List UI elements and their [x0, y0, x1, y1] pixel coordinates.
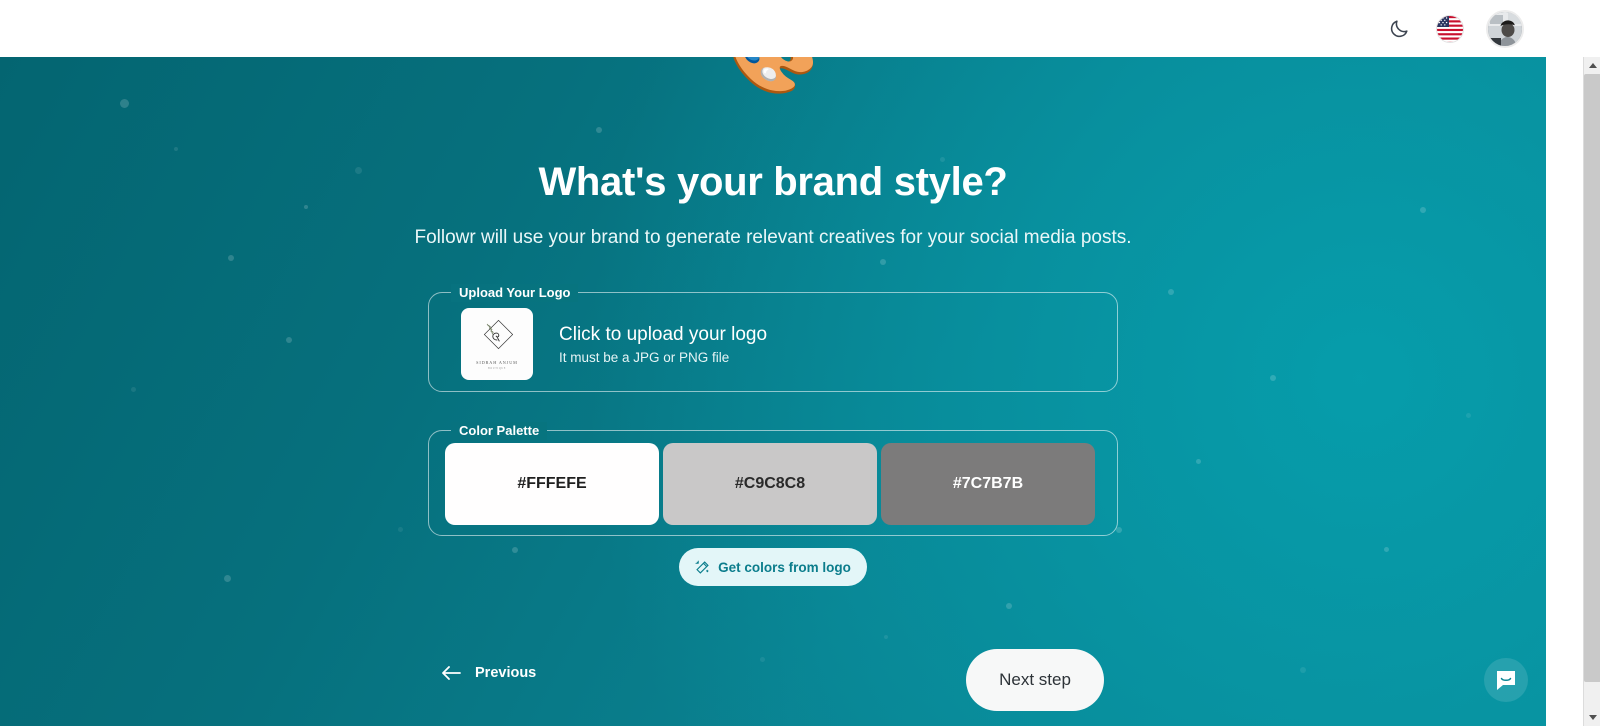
theme-toggle-button[interactable] [1384, 14, 1414, 44]
uploaded-logo-thumbnail[interactable]: SIDRAH ANJUM BOUTIQUE [461, 308, 533, 380]
color-swatch-label: #C9C8C8 [734, 475, 806, 492]
us-flag-icon [1437, 15, 1463, 42]
user-avatar-button[interactable] [1486, 9, 1524, 48]
moon-icon [1390, 19, 1408, 37]
color-swatch[interactable]: #FFFEFE [445, 443, 659, 525]
app-root: 🎨 What's your brand style? Followr will … [0, 0, 1600, 726]
color-swatch[interactable]: #C9C8C8 [663, 443, 877, 525]
get-colors-from-logo-button[interactable]: Get colors from logo [679, 548, 867, 586]
logo-brand-name: SIDRAH ANJUM [476, 360, 518, 366]
upload-text-group: Click to upload your logo It must be a J… [559, 324, 767, 365]
top-bar [0, 0, 1546, 57]
onboarding-stage: 🎨 What's your brand style? Followr will … [0, 57, 1546, 726]
language-flag-button[interactable] [1436, 14, 1464, 43]
color-swatch-row: #FFFEFE #C9C8C8 #7C7B7B [445, 443, 1095, 525]
magic-wand-icon [695, 560, 709, 574]
upload-primary-text: Click to upload your logo [559, 323, 768, 345]
scroll-down-button[interactable] [1584, 709, 1600, 726]
logo-artwork-icon [475, 318, 519, 358]
next-step-label: Next step [999, 670, 1071, 689]
next-step-button[interactable]: Next step [966, 649, 1104, 711]
top-bar-actions [1384, 9, 1524, 48]
scrollbar-thumb[interactable] [1584, 74, 1600, 682]
color-palette-legend: Color Palette [451, 422, 548, 440]
color-palette-section: Color Palette #FFFEFE #C9C8C8 #7C7B7B [428, 422, 1118, 536]
avatar-image [1488, 11, 1522, 46]
upload-logo-legend: Upload Your Logo [451, 284, 579, 302]
upload-logo-dropzone[interactable]: SIDRAH ANJUM BOUTIQUE Click to upload yo… [461, 308, 767, 380]
chevron-down-icon [1588, 715, 1597, 720]
page-title: What's your brand style? [538, 160, 1008, 204]
color-swatch-label: #FFFEFE [517, 475, 587, 492]
upload-hint-text: It must be a JPG or PNG file [559, 349, 730, 365]
previous-step-label: Previous [475, 665, 537, 681]
arrow-left-icon [442, 666, 461, 680]
onboarding-content: 🎨 What's your brand style? Followr will … [0, 57, 1546, 726]
previous-step-button[interactable]: Previous [441, 665, 536, 681]
palette-emoji-icon: 🎨 [0, 57, 1546, 93]
logo-brand-tagline: BOUTIQUE [487, 366, 507, 370]
chat-bubble-icon [1497, 671, 1515, 690]
page-subtitle: Followr will use your brand to generate … [414, 227, 1132, 248]
color-swatch[interactable]: #7C7B7B [881, 443, 1095, 525]
color-swatch-label: #7C7B7B [952, 475, 1024, 492]
get-colors-label: Get colors from logo [718, 559, 851, 575]
scroll-up-button[interactable] [1584, 57, 1600, 74]
upload-logo-section: Upload Your Logo SIDRAH ANJUM BOUTIQUE C… [428, 284, 1118, 392]
chat-launcher-button[interactable] [1484, 658, 1528, 702]
chevron-up-icon [1588, 63, 1597, 68]
vertical-scrollbar[interactable] [1583, 57, 1600, 726]
